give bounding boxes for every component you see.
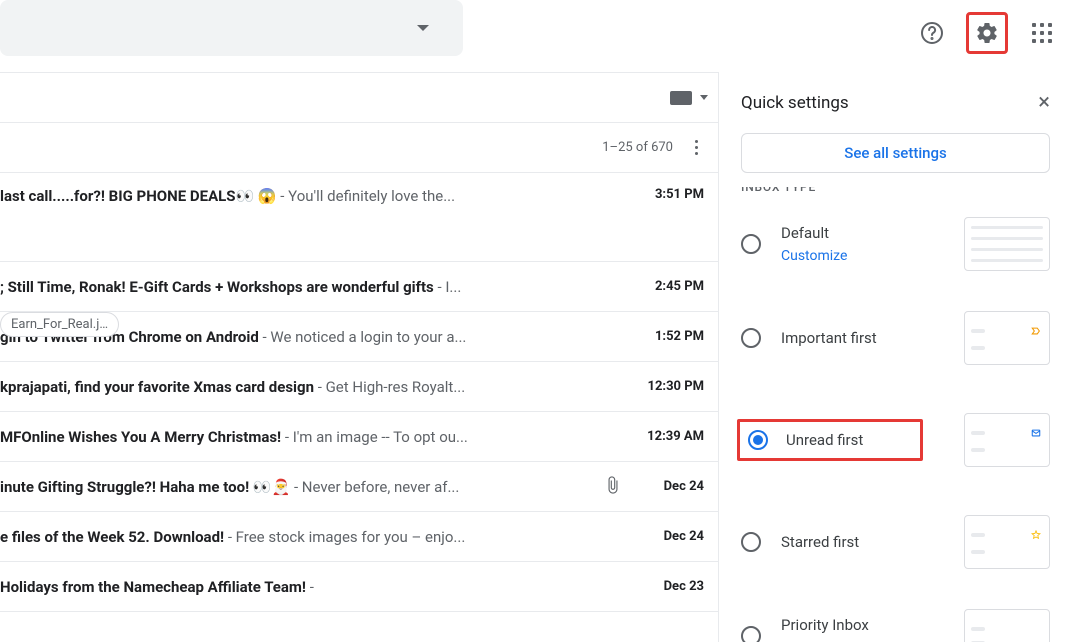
star-icon xyxy=(1029,530,1043,540)
unread-highlight: Unread first xyxy=(737,419,923,461)
settings-button[interactable] xyxy=(971,17,1003,49)
thumb-default xyxy=(964,217,1050,271)
option-important[interactable]: Important first xyxy=(741,291,1050,385)
option-starred[interactable]: Starred first xyxy=(741,495,1050,589)
settings-header: Quick settings × xyxy=(741,82,1050,133)
help-icon xyxy=(920,21,944,45)
radio-important[interactable] xyxy=(741,328,761,348)
mail-row[interactable]: e files of the Week 52. Download! - Free… xyxy=(0,512,718,562)
option-priority[interactable]: Priority Inbox Customize xyxy=(741,589,1050,642)
gear-icon xyxy=(975,21,999,45)
mail-list: last call.....for?! BIG PHONE DEALS👀 😱 -… xyxy=(0,173,718,612)
mail-time: 1:52 PM xyxy=(630,329,704,344)
mail-icon xyxy=(1029,428,1043,438)
mail-row[interactable]: Holidays from the Namecheap Affiliate Te… xyxy=(0,562,718,612)
radio-default[interactable] xyxy=(741,234,761,254)
pagination-row: 1–25 of 670 xyxy=(0,123,718,173)
mail-row[interactable]: inute Gifting Struggle?! Haha me too! 👀🎅… xyxy=(0,462,718,512)
mail-text: last call.....for?! BIG PHONE DEALS👀 😱 -… xyxy=(0,187,630,205)
thumb-unread xyxy=(964,413,1050,467)
mail-time: 12:30 PM xyxy=(630,379,704,394)
label-unread: Unread first xyxy=(786,431,863,449)
mail-text: e files of the Week 52. Download! - Free… xyxy=(0,528,630,546)
quick-settings-panel: Quick settings × See all settings INBOX … xyxy=(718,72,1072,642)
attachment-chip[interactable]: Earn_For_Real.j… xyxy=(0,312,119,337)
mail-row[interactable]: ; Still Time, Ronak! E-Gift Cards + Work… xyxy=(0,262,718,312)
mail-text: MFOnline Wishes You A Merry Christmas! -… xyxy=(0,428,630,446)
mail-text: ; Still Time, Ronak! E-Gift Cards + Work… xyxy=(0,278,630,296)
thumb-priority xyxy=(964,609,1050,642)
label-default: Default xyxy=(781,224,944,242)
section-inbox-type: INBOX TYPE xyxy=(741,187,1050,197)
important-marker-icon xyxy=(1029,326,1043,336)
label-starred: Starred first xyxy=(781,533,944,551)
mail-time: Dec 24 xyxy=(630,479,704,494)
option-unread[interactable]: Unread first xyxy=(741,385,1050,495)
search-options-button[interactable] xyxy=(403,8,443,48)
search-bar[interactable] xyxy=(0,0,463,56)
customize-default[interactable]: Customize xyxy=(781,248,944,264)
radio-starred[interactable] xyxy=(741,532,761,552)
mail-time: 12:39 AM xyxy=(630,429,704,444)
mail-area: 1–25 of 670 last call.....for?! BIG PHON… xyxy=(0,72,718,642)
option-text: Default Customize xyxy=(781,224,944,264)
thumb-important xyxy=(964,311,1050,365)
mail-time: 2:45 PM xyxy=(630,279,704,294)
option-default[interactable]: Default Customize xyxy=(741,197,1050,291)
mail-text: kprajapati, find your favorite Xmas card… xyxy=(0,378,630,396)
header-icons xyxy=(912,12,1062,54)
toolbar-row xyxy=(0,73,718,123)
settings-title: Quick settings xyxy=(741,93,849,113)
apps-button[interactable] xyxy=(1022,13,1062,53)
thumb-starred xyxy=(964,515,1050,569)
label-important: Important first xyxy=(781,329,944,347)
caret-down-icon xyxy=(417,25,429,31)
mail-text: Holidays from the Namecheap Affiliate Te… xyxy=(0,578,630,596)
more-button[interactable] xyxy=(689,140,704,155)
mail-time: Dec 23 xyxy=(630,579,704,594)
see-all-settings-button[interactable]: See all settings xyxy=(741,133,1050,173)
mail-row[interactable]: MFOnline Wishes You A Merry Christmas! -… xyxy=(0,412,718,462)
mail-time: Dec 24 xyxy=(630,529,704,544)
settings-highlight xyxy=(966,12,1008,54)
input-tools-icon[interactable] xyxy=(670,91,692,105)
apps-grid-icon xyxy=(1032,23,1052,43)
help-button[interactable] xyxy=(912,13,952,53)
radio-priority[interactable] xyxy=(741,626,761,642)
label-priority: Priority Inbox xyxy=(781,616,944,634)
mail-text: inute Gifting Struggle?! Haha me too! 👀🎅… xyxy=(0,478,596,496)
pagination-text: 1–25 of 670 xyxy=(602,140,673,155)
radio-unread[interactable] xyxy=(748,430,768,450)
close-icon[interactable]: × xyxy=(1038,90,1050,115)
attachment-icon xyxy=(596,476,630,498)
mail-row[interactable]: kprajapati, find your favorite Xmas card… xyxy=(0,362,718,412)
input-tools-dropdown[interactable] xyxy=(700,95,708,100)
mail-time: 3:51 PM xyxy=(630,187,704,202)
mail-row[interactable]: last call.....for?! BIG PHONE DEALS👀 😱 -… xyxy=(0,173,718,262)
